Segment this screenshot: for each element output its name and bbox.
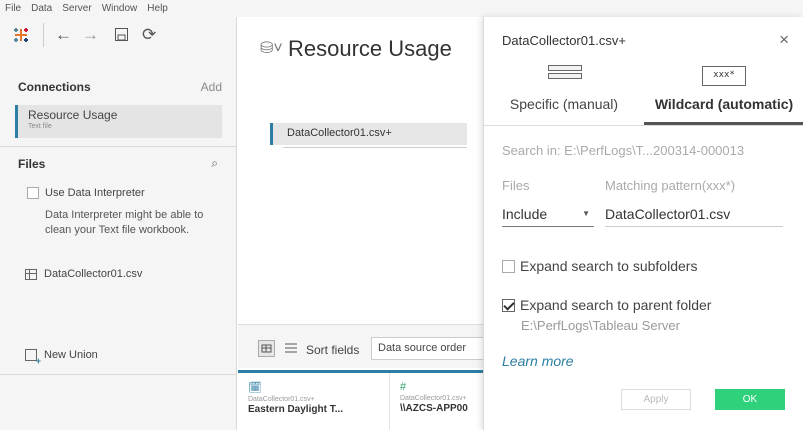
hash-icon: # [400, 381, 407, 393]
expand-parent-label: Expand search to parent folder [520, 297, 712, 313]
connection-item[interactable]: Resource Usage Text file [15, 105, 222, 138]
grid-view-icon[interactable] [258, 340, 275, 357]
close-icon[interactable]: × [779, 30, 789, 50]
table-grid-icon [25, 268, 37, 280]
data-source-title[interactable]: Resource Usage [288, 36, 452, 62]
interpreter-note: Data Interpreter might be able to clean … [45, 209, 204, 236]
add-connection-link[interactable]: Add [201, 80, 222, 94]
column-name: Eastern Daylight T... [248, 404, 344, 415]
database-icon[interactable]: ⛁˅ [260, 38, 283, 58]
menu-file[interactable]: File [5, 3, 21, 14]
expand-parent-option[interactable]: Expand search to parent folder [502, 297, 711, 313]
use-data-interpreter-checkbox[interactable]: Use Data Interpreter [27, 187, 145, 199]
parent-folder-path: E:\PerfLogs\Tableau Server [521, 318, 680, 333]
back-arrow-icon[interactable]: ← [55, 25, 72, 45]
matching-pattern-label: Matching pattern(xxx*) [605, 178, 736, 193]
files-title: Files [18, 157, 46, 171]
wildcard-icon: xxx* [702, 66, 746, 86]
include-select[interactable]: Include ▼ [502, 206, 594, 227]
column-name: \\AZCS-APP00 [400, 403, 468, 414]
union-edit-panel: DataCollector01.csv+ × Specific (manual)… [483, 17, 803, 430]
learn-more-link[interactable]: Learn more [502, 353, 574, 369]
menu-server[interactable]: Server [62, 3, 91, 14]
list-view-icon[interactable] [284, 341, 298, 355]
tab-label: Wildcard (automatic) [654, 96, 794, 112]
ok-button[interactable]: OK [715, 389, 785, 410]
files-label: Files [502, 178, 530, 193]
menu-bar: File Data Server Window Help [0, 0, 803, 17]
toolbar-separator [43, 23, 44, 47]
column-header[interactable]: # DataCollector01.csv+ \\AZCS-APP00 [390, 373, 484, 430]
new-union-icon [25, 349, 41, 366]
new-union-label: New Union [44, 349, 98, 361]
divider [0, 146, 237, 147]
include-select-value: Include [502, 206, 548, 222]
search-icon[interactable]: ⌕ [211, 156, 218, 171]
sort-fields-select[interactable]: Data source order [371, 337, 491, 360]
expand-subfolders-option[interactable]: Expand search to subfolders [502, 258, 697, 274]
menu-window[interactable]: Window [102, 3, 138, 14]
expand-parent-checkbox[interactable] [502, 298, 515, 312]
matching-pattern-input[interactable]: DataCollector01.csv [605, 206, 783, 227]
expand-subfolders-checkbox[interactable] [502, 259, 515, 273]
manual-list-icon [548, 65, 582, 87]
connections-title: Connections [18, 80, 91, 94]
toolbar: ← → ⟳ [0, 17, 237, 57]
refresh-icon[interactable]: ⟳ [142, 25, 156, 45]
new-union-item[interactable]: New Union [25, 349, 98, 366]
connection-type: Text file [28, 123, 52, 130]
checkbox-box[interactable] [27, 187, 39, 199]
apply-button[interactable]: Apply [621, 389, 691, 410]
column-header[interactable]: 🗓 DataCollector01.csv+ Eastern Daylight … [238, 373, 390, 430]
tableau-logo-icon[interactable] [12, 26, 30, 44]
sort-fields-label: Sort fields [306, 343, 360, 357]
menu-help[interactable]: Help [147, 3, 168, 14]
left-sidebar: ← → ⟳ Connections Add Resource Usage Tex… [0, 17, 237, 430]
use-data-interpreter-label: Use Data Interpreter [45, 187, 145, 199]
calendar-icon: 🗓 [248, 382, 262, 394]
app-window: File Data Server Window Help ← → ⟳ Conne… [0, 0, 803, 430]
tab-wildcard-automatic[interactable]: xxx* Wildcard (automatic) [644, 63, 803, 125]
save-icon[interactable] [115, 28, 128, 41]
table-pill[interactable]: DataCollector01.csv+ [270, 123, 467, 148]
file-item[interactable]: DataCollector01.csv [25, 268, 142, 280]
union-tabs: Specific (manual) xxx* Wildcard (automat… [484, 63, 803, 125]
file-item-label: DataCollector01.csv [44, 268, 143, 280]
search-in-path: Search in: E:\PerfLogs\T...200314-000013 [502, 143, 745, 158]
tab-specific-manual[interactable]: Specific (manual) [484, 63, 644, 125]
tab-label: Specific (manual) [509, 96, 619, 112]
expand-subfolders-label: Expand search to subfolders [520, 258, 698, 274]
connection-name: Resource Usage [28, 108, 118, 122]
menu-data[interactable]: Data [31, 3, 52, 14]
forward-arrow-icon[interactable]: → [82, 25, 99, 45]
divider [484, 125, 803, 126]
column-source: DataCollector01.csv+ [248, 396, 315, 403]
divider [0, 374, 237, 375]
column-source: DataCollector01.csv+ [400, 395, 467, 402]
chevron-down-icon: ▼ [582, 209, 590, 218]
panel-title: DataCollector01.csv+ [502, 33, 626, 48]
